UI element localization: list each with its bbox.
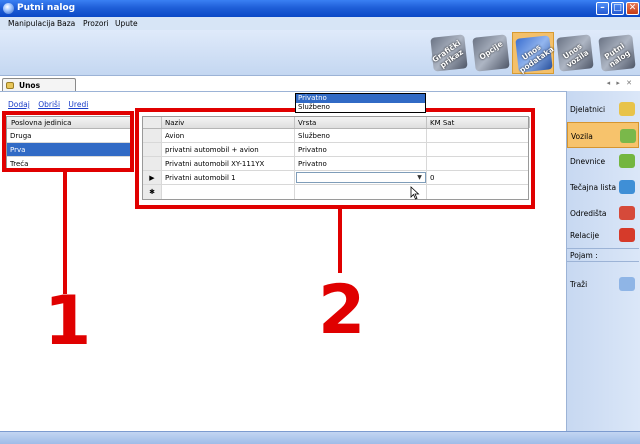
trazi-button[interactable]: Traži [567, 271, 639, 297]
exchange-rate-icon [619, 180, 635, 194]
close-button[interactable]: ✕ [626, 2, 639, 15]
sidebar-item-dnevnice[interactable]: Dnevnice [567, 148, 639, 174]
menu-bar: Manipulacija Baza Prozori Upute [0, 17, 640, 30]
sidebar-item-relacije[interactable]: Relacije [567, 222, 639, 248]
folder-icon [6, 82, 14, 89]
highlight-box-2 [135, 108, 535, 209]
sidebar-item-tecajna-lista[interactable]: Tečajna lista [567, 174, 639, 200]
menu-baza[interactable]: Baza [57, 19, 75, 28]
sidebar-item-vozila[interactable]: Vozila [567, 122, 639, 148]
minimize-button[interactable]: – [596, 2, 609, 15]
allowance-icon [619, 154, 635, 168]
tab-nav-icons[interactable]: ◂ ▸ ✕ [607, 79, 634, 87]
status-bar [0, 431, 640, 444]
highlight-connector-1 [63, 172, 67, 294]
pojam-label-row: Pojam : [567, 248, 639, 262]
putni-nalog-button[interactable]: Putni nalog [596, 32, 638, 74]
vrsta-dropdown-list[interactable]: Privatno Službeno [295, 93, 426, 113]
vehicles-icon [620, 129, 636, 143]
unos-podataka-button[interactable]: Unos podataka [512, 32, 555, 75]
tab-strip: Unos podataka ◂ ▸ ✕ [0, 77, 640, 99]
search-icon [619, 277, 635, 291]
grafički-prikaz-button[interactable]: Grafički prikaz [428, 32, 470, 74]
menu-manipulacija[interactable]: Manipulacija [8, 19, 55, 28]
unos-vozila-button[interactable]: Unos vozila [554, 32, 596, 74]
app-icon [3, 3, 14, 14]
mouse-cursor-icon [410, 186, 420, 200]
maximize-button[interactable]: □ [611, 2, 624, 15]
dropdown-option-privatno[interactable]: Privatno [296, 94, 425, 103]
annotation-number-2: 2 [318, 271, 366, 350]
sidebar-item-djelatnici[interactable]: Djelatnici [567, 96, 639, 122]
menu-upute[interactable]: Upute [115, 19, 138, 28]
highlight-connector-2 [338, 209, 342, 273]
employees-icon [619, 102, 635, 116]
dodaj-link[interactable]: Dodaj [8, 100, 30, 109]
action-links: Dodaj Obriši Uredi [8, 100, 94, 109]
sidebar: Djelatnici Vozila Dnevnice Tečajna lista… [566, 91, 640, 431]
dropdown-option-sluzbeno[interactable]: Službeno [296, 103, 425, 112]
annotation-number-1: 1 [44, 282, 92, 361]
window-title: Putni nalog [17, 3, 76, 13]
tab-unos-podataka[interactable]: Unos podataka [2, 78, 76, 99]
title-bar: Putni nalog – □ ✕ [0, 0, 640, 17]
opcije-button[interactable]: Opcije [470, 32, 512, 74]
highlight-box-1 [2, 111, 134, 172]
destinations-icon [619, 206, 635, 220]
routes-icon [619, 228, 635, 242]
menu-prozori[interactable]: Prozori [83, 19, 109, 28]
uredi-link[interactable]: Uredi [68, 100, 88, 109]
obrisi-link[interactable]: Obriši [38, 100, 60, 109]
toolbar: Grafički prikaz Opcije Unos podataka Uno… [0, 30, 640, 76]
